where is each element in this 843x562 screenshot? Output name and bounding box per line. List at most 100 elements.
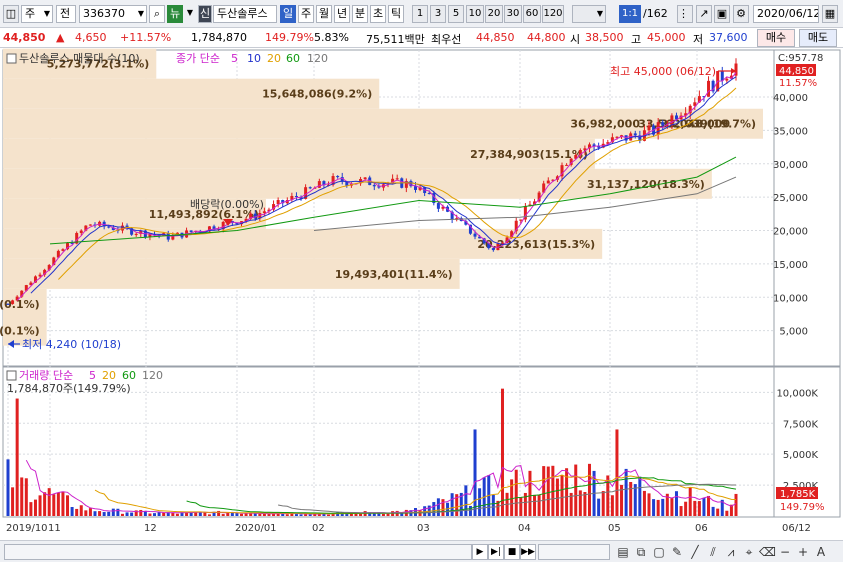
stop-icon[interactable]: ■ [504, 544, 520, 560]
count-tab-120[interactable]: 120 [542, 5, 564, 23]
count-tab-30[interactable]: 30 [504, 5, 522, 23]
volume-bar [629, 481, 633, 516]
volume-bar [299, 514, 303, 516]
candle-body [308, 187, 312, 189]
x-axis-label: 05 [608, 523, 621, 534]
market-type-select[interactable]: 전 [56, 5, 76, 23]
chart-area[interactable]: 115,833(0.1%) 154,363(0.1%) 19,493,401(11.… [0, 48, 843, 544]
market-select[interactable]: 주 ▼ [21, 5, 53, 23]
magnet-tool-icon[interactable]: ⌖ [741, 544, 757, 560]
buy-button[interactable]: 매수 [757, 29, 795, 47]
candle-body [11, 300, 15, 304]
stock-code-input[interactable]: 336370 ▼ [79, 5, 147, 23]
volume-bar [601, 491, 605, 516]
volume-bar [597, 498, 601, 516]
volume-bar [542, 466, 546, 516]
volume-bar [130, 512, 134, 516]
volume-bar [642, 490, 646, 516]
period-tab-5[interactable]: 초 [370, 5, 386, 23]
zoom-out-icon[interactable]: − [777, 544, 793, 560]
vma20-label: 20 [102, 369, 116, 382]
low-value: 37,600 [709, 31, 748, 44]
eraser-icon[interactable]: ⌫ [759, 544, 776, 560]
save-icon[interactable]: ▣ [714, 5, 730, 23]
layout-icon[interactable]: ▤ [615, 544, 631, 560]
count-tab-3[interactable]: 3 [430, 5, 446, 23]
volume-bar [647, 493, 651, 516]
volume-bar [578, 490, 582, 516]
legend-box-icon[interactable] [6, 370, 17, 381]
drawing-tool-icon[interactable]: ✎ [669, 544, 685, 560]
volume-legend-title: 거래량 단순 [19, 369, 73, 382]
period-tab-6[interactable]: 틱 [388, 5, 404, 23]
count-tab-20[interactable]: 20 [485, 5, 503, 23]
news-label: 뉴 [169, 7, 181, 20]
volume-profile-label: 20,223,613(15.3%) [477, 238, 595, 251]
stock-name: 두산솔루스 [213, 5, 277, 23]
zoom-scrollbar[interactable] [538, 544, 610, 560]
volume-bar [70, 507, 74, 516]
news-button[interactable]: 뉴 [167, 5, 183, 23]
count-tab-5[interactable]: 5 [448, 5, 464, 23]
search-icon[interactable]: ⌕ [149, 5, 165, 23]
sell-button[interactable]: 매도 [799, 29, 837, 47]
line-tool-icon[interactable]: ╱ [687, 544, 703, 560]
price-axis-label: 40,000 [773, 93, 808, 104]
font-size-icon[interactable]: A [813, 544, 829, 560]
volume-bar [583, 492, 587, 516]
volume-bar [88, 508, 92, 516]
zoom-in-icon[interactable]: + [795, 544, 811, 560]
volume-bar [473, 429, 477, 516]
up-arrow-icon: ▲ [56, 31, 65, 44]
count-input[interactable]: ▼ [572, 5, 606, 23]
gear-icon[interactable]: ⚙ [733, 5, 749, 23]
volume-bar [153, 513, 157, 516]
volume-bar [697, 501, 701, 516]
period-tab-2[interactable]: 월 [316, 5, 332, 23]
window-icon[interactable]: ▢ [651, 544, 667, 560]
chevron-down-icon[interactable]: ▼ [185, 5, 195, 23]
candle-body [661, 122, 665, 126]
date-input[interactable]: 2020/06/12 [753, 5, 819, 23]
count-tab-60[interactable]: 60 [523, 5, 541, 23]
calendar-icon[interactable]: ▦ [822, 5, 838, 23]
volume-bar [633, 484, 637, 516]
volume-bar [294, 514, 298, 516]
price-volume-chart[interactable]: 115,833(0.1%) 154,363(0.1%) 19,493,401(11.… [0, 48, 843, 544]
step-forward-icon[interactable]: ▶| [488, 544, 504, 560]
volume-bar [15, 398, 19, 516]
grid-icon[interactable]: ⋮⋮ [677, 5, 693, 23]
ratio-button[interactable]: 1:1 [619, 5, 641, 23]
play-icon[interactable]: ▶ [472, 544, 488, 560]
volume-bar [652, 499, 656, 516]
volume-bar [725, 510, 729, 516]
period-tab-0[interactable]: 일 [280, 5, 296, 23]
ma60-label: 60 [286, 52, 300, 65]
pattern-tool-icon[interactable]: ⩘ [723, 544, 739, 560]
horizontal-scrollbar[interactable] [4, 544, 472, 560]
volume-bar [674, 491, 678, 516]
volume-bar [33, 499, 37, 516]
open-value: 38,500 [585, 31, 624, 44]
volume-bar [478, 488, 482, 516]
chart-tool-icon[interactable]: ↗ [696, 5, 712, 23]
volume-profile-label: 31,137,120(18.3%) [587, 178, 705, 191]
volume-bar [610, 495, 614, 516]
candle-body [491, 248, 495, 251]
copy-icon[interactable]: ⧉ [633, 544, 649, 560]
channel-tool-icon[interactable]: ⫽ [705, 544, 721, 560]
window-icon[interactable]: ◫ [3, 5, 19, 23]
fast-forward-icon[interactable]: ▶▶ [520, 544, 536, 560]
current-price-axis: 44,850 [779, 66, 814, 77]
amount-value: 75,511백만 [366, 33, 425, 46]
candle-body [720, 71, 724, 81]
period-tab-1[interactable]: 주 [298, 5, 314, 23]
legend-box-icon[interactable] [6, 53, 17, 64]
volume-profile-extra-label: 36,982,000 [570, 118, 640, 131]
period-tab-3[interactable]: 년 [334, 5, 350, 23]
count-tab-1[interactable]: 1 [412, 5, 428, 23]
count-tab-10[interactable]: 10 [466, 5, 484, 23]
date-value: 2020/06/12 [757, 7, 819, 20]
volume-bar [304, 514, 308, 516]
period-tab-4[interactable]: 분 [352, 5, 368, 23]
